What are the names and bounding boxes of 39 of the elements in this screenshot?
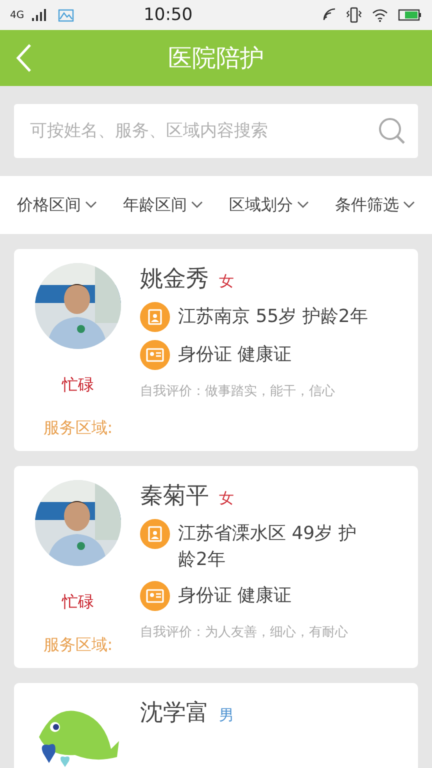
- id-card-icon: [140, 340, 170, 370]
- filter-dropdown[interactable]: 年龄区间: [123, 194, 203, 216]
- page-title: 医院陪护: [168, 43, 264, 74]
- wifi-icon: [372, 8, 388, 22]
- caregiver-card[interactable]: 忙碌 服务区域: 姚金秀 女 江苏南京 55岁 护龄2年 身份证 健康证 自我评价：做事踏实，能干，信心: [14, 249, 418, 451]
- certificates-text: 身份证 健康证: [178, 343, 293, 367]
- caregiver-name: 秦菊平: [140, 482, 209, 511]
- caregiver-info: 江苏南京 55岁 护龄2年: [178, 305, 369, 329]
- caret-icon: [403, 201, 415, 209]
- caregiver-name: 姚金秀: [140, 265, 209, 294]
- certificates-text: 身份证 健康证: [178, 584, 293, 608]
- caregiver-card[interactable]: 忙碌 服务区域: 秦菊平 女 江苏省溧水区 49岁 护龄2年 身份证 健康证 自我评价：为人友善，细心，有耐心: [14, 466, 418, 668]
- filter-dropdown[interactable]: 条件筛选: [335, 194, 415, 216]
- service-area-label: 服务区域:: [43, 635, 113, 656]
- gender-label: 女: [219, 489, 234, 508]
- image-icon: [58, 8, 74, 22]
- self-review-text: 自我评价：为人友善，细心，有耐心: [140, 624, 349, 641]
- vibrate-icon: [346, 7, 362, 23]
- self-review-text: 自我评价：做事踏实，能干，信心: [140, 383, 336, 400]
- filter-dropdown[interactable]: 区域划分: [229, 194, 309, 216]
- caret-icon: [85, 201, 97, 209]
- id-card-icon: [140, 581, 170, 611]
- service-area-label: 服务区域:: [43, 418, 113, 439]
- search-icon[interactable]: [378, 117, 406, 145]
- status-label: 忙碌: [62, 375, 94, 396]
- gender-label: 女: [219, 272, 234, 291]
- caret-icon: [191, 201, 203, 209]
- battery-icon: [398, 9, 422, 21]
- clock-time: 10:50: [144, 5, 194, 25]
- badge-icon: [140, 519, 170, 549]
- caret-icon: [297, 201, 309, 209]
- network-label: 4G: [10, 10, 24, 20]
- filter-dropdown[interactable]: 价格区间: [17, 194, 97, 216]
- caregiver-info: 江苏省溧水区 49岁 护龄2年: [178, 522, 358, 572]
- badge-icon: [140, 302, 170, 332]
- status-label: 忙碌: [62, 592, 94, 613]
- gender-label: 男: [219, 706, 234, 725]
- caregiver-card[interactable]: 沈学富 男: [14, 683, 418, 768]
- caregiver-name: 沈学富: [140, 699, 209, 728]
